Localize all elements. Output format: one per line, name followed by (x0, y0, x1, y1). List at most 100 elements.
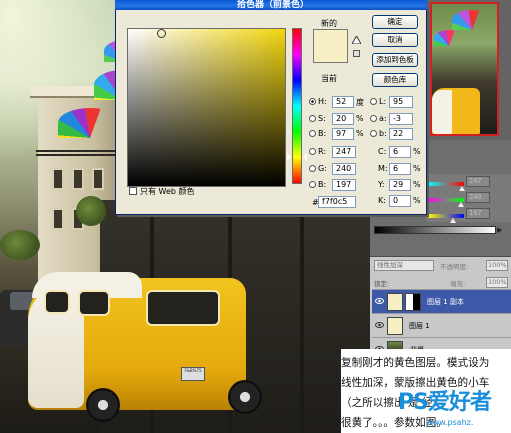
brightness-input[interactable]: 97 (332, 128, 354, 140)
brightness-radio[interactable] (309, 130, 316, 137)
hue-slider-arrow-left[interactable] (287, 153, 291, 161)
yellow-label: Y: (378, 180, 385, 189)
green-input[interactable]: 240 (332, 163, 356, 175)
tree (0, 230, 40, 260)
blend-mode-select[interactable]: 线性加深 (374, 260, 434, 271)
current-color-swatch[interactable] (313, 46, 348, 63)
magenta-input[interactable]: 6 (389, 163, 411, 175)
lab-l-label: L: (379, 97, 387, 106)
building-window (72, 168, 84, 190)
layer-row-copy[interactable]: 图层 1 副本 (372, 289, 511, 313)
van-rear-window (146, 290, 220, 326)
building-window (92, 168, 104, 190)
fill-label: 填充: (450, 280, 466, 288)
eye-icon[interactable] (375, 322, 384, 328)
web-colors-only-checkbox[interactable] (129, 187, 137, 195)
color-field[interactable] (127, 28, 286, 187)
red-input[interactable]: 247 (332, 146, 356, 158)
van-window (44, 290, 70, 314)
cyan-unit: % (413, 147, 421, 156)
black-input[interactable]: 0 (389, 195, 411, 207)
blue-slider-track[interactable] (428, 214, 464, 218)
lab-b-radio[interactable] (370, 130, 377, 137)
blue-label: B: (318, 180, 327, 189)
van-window (78, 290, 110, 316)
tree (76, 196, 106, 226)
hue-slider-arrow-right[interactable] (303, 153, 307, 161)
layer-thumbnail (387, 293, 403, 311)
saturation-label: S: (318, 114, 326, 123)
layer-thumbnail (387, 317, 403, 335)
add-to-swatches-button[interactable]: 添加到色板 (372, 53, 418, 67)
red-slider-knob[interactable] (459, 186, 465, 191)
rainbow-umbrella (58, 108, 122, 138)
gamut-warning-icon[interactable] (352, 36, 361, 44)
chevron-right-icon[interactable]: ▶ (497, 226, 502, 234)
ok-button[interactable]: 确定 (372, 15, 418, 29)
van-wheel (86, 388, 120, 422)
brightness-unit: % (356, 129, 364, 138)
hue-radio[interactable] (309, 98, 316, 105)
green-radio[interactable] (309, 165, 316, 172)
yellow-input[interactable]: 29 (389, 179, 411, 191)
magenta-label: M: (378, 164, 388, 173)
magenta-unit: % (413, 164, 421, 173)
building-window (52, 168, 64, 190)
thumb-umbrella (434, 30, 464, 46)
tonal-gradient-bar (374, 226, 496, 234)
yellow-unit: % (413, 180, 421, 189)
color-field-marker[interactable] (157, 29, 166, 38)
blue-radio[interactable] (309, 181, 316, 188)
saturation-unit: % (356, 114, 364, 123)
blue-input[interactable]: 197 (332, 179, 356, 191)
brightness-label: B: (318, 129, 327, 138)
saturation-input[interactable]: 20 (332, 113, 354, 125)
layer-mask-thumbnail[interactable] (405, 293, 421, 311)
opacity-input[interactable]: 100% (486, 260, 508, 271)
hue-slider[interactable] (292, 28, 302, 184)
lab-b-input[interactable]: 22 (389, 128, 413, 140)
layer-name: 图层 1 副本 (427, 298, 464, 306)
hex-input[interactable]: f7f0c5 (318, 196, 356, 208)
web-safe-cube-icon[interactable] (353, 50, 360, 57)
van-wheel (228, 380, 262, 414)
color-libraries-button[interactable]: 颜色库 (372, 73, 418, 87)
cyan-label: C: (378, 147, 387, 156)
blue-value[interactable]: 197 (466, 208, 490, 219)
layer-name: 图层 1 (409, 322, 430, 330)
new-color-label: 新的 (321, 19, 337, 28)
lab-a-label: a: (379, 114, 387, 123)
watermark-logo: PS爱好者 (398, 390, 492, 415)
blue-slider-knob[interactable] (450, 218, 456, 223)
green-label: G: (318, 164, 327, 173)
lock-label: 锁定: (374, 280, 390, 288)
lab-a-radio[interactable] (370, 115, 377, 122)
fill-input[interactable]: 100% (486, 277, 508, 288)
green-value[interactable]: 240 (466, 192, 490, 203)
layer-row[interactable]: 图层 1 (372, 313, 511, 337)
lab-l-radio[interactable] (370, 98, 377, 105)
saturation-radio[interactable] (309, 115, 316, 122)
green-slider-knob[interactable] (458, 202, 464, 207)
street-pole (300, 215, 304, 433)
red-value[interactable]: 247 (466, 176, 490, 187)
cancel-button[interactable]: 取消 (372, 33, 418, 47)
lab-b-label: b: (379, 129, 387, 138)
thumb-umbrella (452, 10, 492, 30)
navigator-thumbnail[interactable] (430, 2, 499, 136)
black-label: K: (378, 196, 386, 205)
watermark-url: www.psahz. (426, 418, 474, 427)
new-color-swatch (313, 29, 348, 46)
dialog-titlebar[interactable]: 拾色器（前景色） (115, 0, 427, 10)
cyan-input[interactable]: 6 (389, 146, 411, 158)
hue-label: H: (318, 97, 327, 106)
red-radio[interactable] (309, 148, 316, 155)
lab-a-input[interactable]: -3 (389, 113, 413, 125)
lab-l-input[interactable]: 95 (389, 96, 413, 108)
eye-icon[interactable] (375, 298, 384, 304)
hue-unit: 度 (356, 98, 364, 107)
caption-line: 复制刚才的黄色图层。模式设为 (341, 357, 490, 369)
hue-input[interactable]: 52 (332, 96, 354, 108)
thumb-van-front (432, 90, 452, 134)
dialog-title: 拾色器（前景色） (237, 0, 310, 10)
